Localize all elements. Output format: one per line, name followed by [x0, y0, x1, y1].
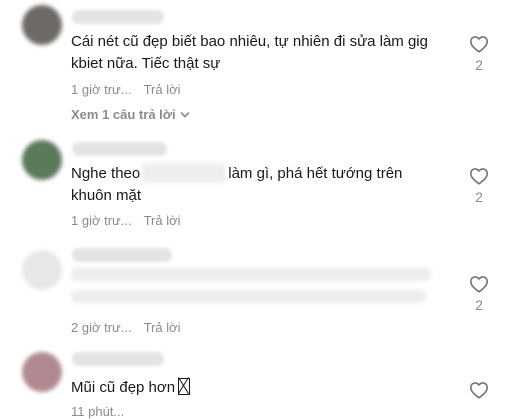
avatar[interactable]: [22, 5, 62, 45]
comment-text-redacted: [71, 268, 431, 281]
view-replies-label: Xem 1 câu trả lời: [71, 107, 176, 122]
username-redacted[interactable]: [72, 10, 164, 24]
comment-time: 1 giờ trư...: [71, 82, 132, 97]
chevron-down-icon: [180, 107, 190, 122]
like-count: 2: [475, 57, 483, 73]
heart-icon: [466, 167, 492, 185]
comment-text-start: Nghe theo: [71, 165, 141, 182]
username-redacted[interactable]: [72, 352, 164, 366]
like-button[interactable]: 2: [466, 35, 492, 73]
redacted-mention[interactable]: [142, 163, 227, 183]
comment-text: Nghe theo làm gì, phá hết tướng trên khuô…: [71, 163, 441, 207]
username-redacted[interactable]: [72, 142, 167, 156]
username-redacted[interactable]: [72, 248, 172, 262]
like-count: 2: [475, 189, 483, 205]
comment-text-redacted: [71, 290, 426, 303]
avatar[interactable]: [22, 352, 62, 392]
comment-meta: 1 giờ trư... Trả lời: [71, 213, 181, 228]
comment-text: Cái nét cũ đẹp biết bao nhiêu, tự nhiên …: [71, 33, 428, 72]
comment-meta: 2 giờ trư... Trả lời: [71, 320, 181, 335]
view-replies-button[interactable]: Xem 1 câu trả lời: [71, 107, 190, 122]
like-button[interactable]: 2: [466, 275, 492, 313]
reply-button[interactable]: Trả lời: [144, 82, 181, 97]
reply-button[interactable]: Trả lời: [144, 320, 181, 335]
heart-icon: [466, 381, 492, 399]
heart-icon: [466, 35, 492, 53]
missing-emoji-icon: [178, 378, 191, 395]
comment-time: 2 giờ trư...: [71, 320, 132, 335]
comment-text: Mũi cũ đẹp hơn: [71, 377, 451, 399]
comment-meta: 1 giờ trư... Trả lời: [71, 82, 181, 97]
like-button[interactable]: [466, 381, 492, 399]
comment-text-content: Mũi cũ đẹp hơn: [71, 379, 176, 396]
comment-time: 1 giờ trư...: [71, 213, 132, 228]
heart-icon: [466, 275, 492, 293]
like-button[interactable]: 2: [466, 167, 492, 205]
avatar[interactable]: [22, 140, 62, 180]
reply-button[interactable]: Trả lời: [144, 213, 181, 228]
like-count: 2: [475, 297, 483, 313]
avatar[interactable]: [22, 250, 62, 290]
